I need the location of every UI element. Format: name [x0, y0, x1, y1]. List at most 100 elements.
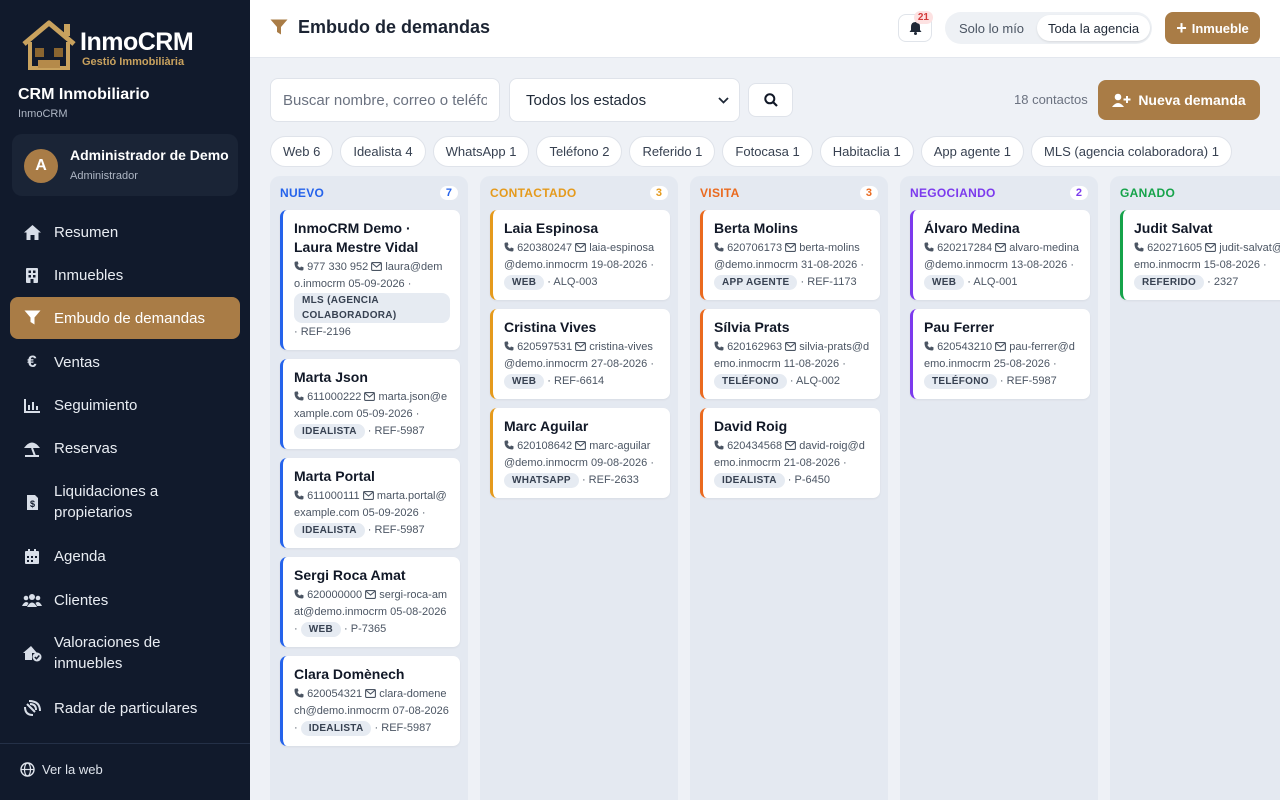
home-icon: [10, 224, 54, 241]
search-icon: [763, 93, 778, 107]
sidebar-item-reservas[interactable]: Reservas: [10, 430, 240, 466]
demand-card[interactable]: Marta Json 611000222 marta.json@example.…: [280, 359, 460, 449]
scope-option-agency[interactable]: Toda la agencia: [1037, 15, 1151, 41]
kanban-column-nuevo: NUEVO 7 InmoCRM Demo · Laura Mestre Vidal …: [270, 176, 468, 800]
notifications-button[interactable]: 21: [898, 11, 933, 42]
demand-card[interactable]: Sílvia Prats 620162963 silvia-prats@demo…: [700, 309, 880, 399]
sidebar-item-label: Inmuebles: [54, 266, 124, 284]
contact-name: Clara Domènech: [294, 666, 405, 682]
sidebar-item-radar[interactable]: Radar de particulares: [10, 690, 240, 726]
sidebar-item-embudo[interactable]: Embudo de demandas: [10, 297, 240, 339]
source-badge: WEB: [300, 622, 341, 637]
column-title: NUEVO: [280, 186, 325, 200]
source-chip-idealista[interactable]: Idealista 4: [340, 136, 426, 167]
card-details: 620108642 marc-aguilar@demo.inmocrm 09-0…: [504, 440, 654, 488]
svg-text:$: $: [29, 499, 34, 509]
demand-card[interactable]: Pau Ferrer 620543210 pau-ferrer@demo.inm…: [910, 309, 1090, 399]
sidebar-item-valoraciones[interactable]: Valoraciones de inmuebles: [10, 631, 240, 675]
invoice-icon: $: [10, 494, 54, 511]
card-date: 07-08-2026: [392, 705, 449, 717]
source-chip-telefono[interactable]: Teléfono 2: [536, 136, 623, 167]
demand-card[interactable]: Sergi Roca Amat 620000000 sergi-roca-ama…: [280, 557, 460, 647]
sidebar-item-inmuebles[interactable]: Inmuebles: [10, 257, 240, 293]
chevron-down-icon: [718, 96, 729, 104]
source-chip-fotocasa[interactable]: Fotocasa 1: [722, 136, 813, 167]
demand-card[interactable]: Clara Domènech 620054321 clara-domenech@…: [280, 656, 460, 746]
contact-name: Marta Portal: [294, 468, 375, 484]
mail-icon: [371, 262, 383, 271]
demand-card[interactable]: Laia Espinosa 620380247 laia-espinosa@de…: [490, 210, 670, 300]
sidebar: InmoCRM Gestió Immobiliària CRM Inmobili…: [0, 0, 250, 800]
sidebar-item-resumen[interactable]: Resumen: [10, 214, 240, 250]
source-chip-mls[interactable]: MLS (agencia colaboradora) 1: [1031, 136, 1232, 167]
umbrella-icon: [10, 440, 54, 457]
demand-card[interactable]: Marc Aguilar 620108642 marc-aguilar@demo…: [490, 408, 670, 498]
demand-card[interactable]: InmoCRM Demo · Laura Mestre Vidal 977 33…: [280, 210, 460, 350]
phone-icon: [294, 490, 304, 500]
column-title: CONTACTADO: [490, 186, 577, 200]
mail-icon: [785, 243, 797, 252]
column-count-badge: 7: [439, 186, 458, 200]
contact-name: Berta Molins: [714, 220, 799, 236]
source-badge: WHATSAPP: [504, 473, 579, 488]
sidebar-item-clientes[interactable]: Clientes: [10, 582, 240, 618]
crm-title: CRM Inmobiliario: [18, 86, 150, 103]
source-filter-chips: Web 6 Idealista 4 WhatsApp 1 Teléfono 2 …: [270, 136, 1232, 167]
sidebar-item-label: Clientes: [54, 591, 109, 609]
mail-icon: [575, 441, 587, 450]
source-chip-app-agente[interactable]: App agente 1: [920, 136, 1025, 167]
radar-icon: [10, 699, 54, 717]
state-filter-select[interactable]: Todos los estados: [509, 78, 740, 122]
source-chip-whatsapp[interactable]: WhatsApp 1: [432, 136, 530, 167]
card-date: 31-08-2026: [800, 259, 858, 271]
source-chip-referido[interactable]: Referido 1: [629, 136, 716, 167]
add-property-button[interactable]: + Inmueble: [1165, 12, 1260, 44]
source-badge: WEB: [924, 275, 965, 290]
card-details: 611000222 marta.json@example.com 05-09-2…: [294, 391, 448, 439]
source-chip-habitaclia[interactable]: Habitaclia 1: [819, 136, 914, 167]
property-ref: REF-2196: [300, 326, 351, 338]
card-details: 620706173 berta-molins@demo.inmocrm 31-0…: [714, 242, 864, 290]
demand-card[interactable]: Marta Portal 611000111 marta.portal@exam…: [280, 458, 460, 548]
contact-phone: 620543210: [937, 341, 993, 353]
card-details: 620054321 clara-domenech@demo.inmocrm 07…: [294, 688, 449, 736]
sidebar-item-seguimiento[interactable]: Seguimiento: [10, 387, 240, 423]
demand-card[interactable]: Berta Molins 620706173 berta-molins@demo…: [700, 210, 880, 300]
contact-phone: 611000222: [307, 391, 362, 403]
column-cards: Laia Espinosa 620380247 laia-espinosa@de…: [490, 210, 670, 498]
demand-card[interactable]: Judit Salvat 620271605 judit-salvat@demo…: [1120, 210, 1280, 300]
demand-card[interactable]: Álvaro Medina 620217284 alvaro-medina@de…: [910, 210, 1090, 300]
demand-card[interactable]: Cristina Vives 620597531 cristina-vives@…: [490, 309, 670, 399]
contact-phone: 620271605: [1147, 242, 1203, 254]
column-header: NEGOCIANDO 2: [910, 186, 1088, 200]
search-button[interactable]: [748, 83, 793, 117]
page-title: Embudo de demandas: [270, 17, 490, 38]
contact-name: Sergi Roca Amat: [294, 567, 406, 583]
sidebar-item-liquidaciones[interactable]: $ Liquidaciones a propietarios: [10, 480, 240, 524]
globe-icon: [20, 762, 35, 777]
new-demand-button[interactable]: Nueva demanda: [1098, 80, 1260, 120]
column-cards: Judit Salvat 620271605 judit-salvat@demo…: [1120, 210, 1280, 300]
sidebar-item-ventas[interactable]: € Ventas: [10, 344, 240, 380]
sidebar-item-agenda[interactable]: Agenda: [10, 538, 240, 574]
page-title-text: Embudo de demandas: [298, 17, 491, 37]
demand-card[interactable]: David Roig 620434568 david-roig@demo.inm…: [700, 408, 880, 498]
sidebar-item-label: Radar de particulares: [54, 699, 198, 717]
contact-name: Judit Salvat: [1134, 220, 1213, 236]
brand-logo[interactable]: InmoCRM Gestió Immobiliària: [20, 18, 220, 74]
column-title: VISITA: [700, 186, 740, 200]
source-badge: IDEALISTA: [300, 721, 372, 736]
view-website-link[interactable]: Ver la web: [20, 762, 103, 777]
contact-phone: 620380247: [517, 242, 573, 254]
sidebar-item-label: Liquidaciones a propietarios: [54, 483, 159, 521]
scope-option-mine[interactable]: Solo lo mío: [948, 15, 1035, 41]
source-chip-web[interactable]: Web 6: [270, 136, 334, 167]
source-badge: APP AGENTE: [714, 275, 798, 290]
source-badge: WEB: [504, 374, 545, 389]
search-input[interactable]: [270, 78, 500, 122]
contact-phone: 611000111: [307, 490, 360, 502]
user-card[interactable]: A Administrador de Demo Administrador: [12, 134, 238, 196]
source-badge: TELÉFONO: [924, 374, 997, 389]
phone-icon: [714, 341, 724, 351]
source-badge: MLS (AGENCIA COLABORADORA): [294, 293, 450, 323]
